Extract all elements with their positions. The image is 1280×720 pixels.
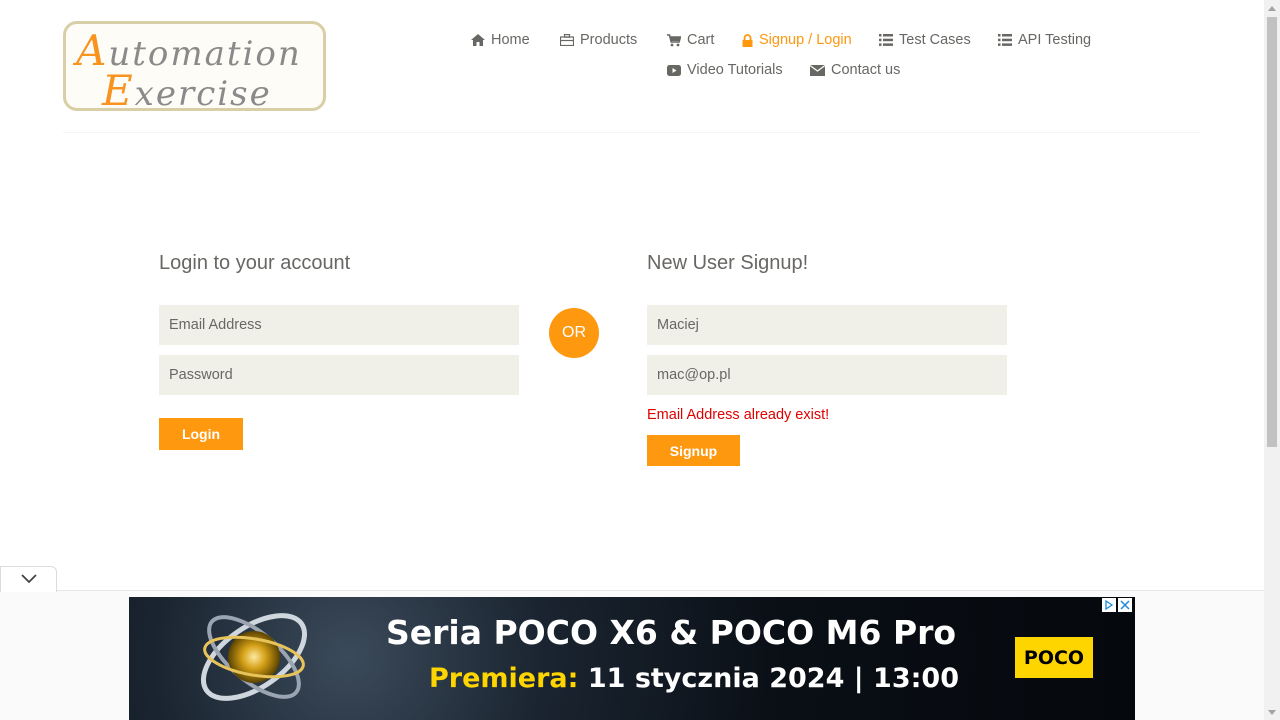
chevron-down-icon bbox=[20, 571, 37, 589]
header-divider bbox=[63, 132, 1200, 133]
nav-test-cases-label: Test Cases bbox=[899, 32, 971, 48]
ad-headline: Seria POCO X6 & POCO M6 Pro bbox=[386, 613, 957, 652]
ad-close-icon[interactable] bbox=[1118, 598, 1132, 612]
youtube-play-icon bbox=[667, 64, 681, 76]
nav-cart-label: Cart bbox=[687, 32, 715, 48]
scroll-up-arrow-icon[interactable] bbox=[1264, 0, 1280, 16]
nav-products-label: Products bbox=[580, 32, 638, 48]
ad-banner[interactable]: Seria POCO X6 & POCO M6 Pro Premiera: 11… bbox=[129, 597, 1135, 720]
logo-word-rest: xercise bbox=[134, 74, 272, 111]
scroll-down-arrow-icon[interactable] bbox=[1264, 704, 1280, 720]
nav-signup-login[interactable]: Signup / Login bbox=[742, 32, 852, 48]
signup-error-message: Email Address already exist! bbox=[647, 407, 830, 423]
list-icon bbox=[998, 34, 1012, 46]
login-password-input[interactable] bbox=[159, 355, 519, 395]
home-icon bbox=[471, 34, 485, 46]
logo-letter-e: E bbox=[102, 66, 135, 111]
signup-email-input[interactable] bbox=[647, 355, 1007, 395]
ad-collapse-toggle[interactable] bbox=[0, 566, 57, 592]
cart-icon bbox=[667, 33, 681, 47]
nav-home-label: Home bbox=[491, 32, 530, 48]
nav-signup-login-label: Signup / Login bbox=[759, 32, 852, 48]
nav-api-testing-label: API Testing bbox=[1018, 32, 1092, 48]
page-scrollbar[interactable] bbox=[1264, 0, 1280, 720]
lock-icon bbox=[742, 33, 753, 47]
ad-subline-highlight: Premiera: bbox=[429, 663, 579, 694]
nav-test-cases[interactable]: Test Cases bbox=[879, 32, 971, 48]
ad-brand-logo: POCO bbox=[1015, 637, 1093, 678]
scrollbar-thumb[interactable] bbox=[1267, 17, 1277, 447]
nav-contact-us-label: Contact us bbox=[831, 62, 901, 78]
login-email-input[interactable] bbox=[159, 305, 519, 345]
login-title: Login to your account bbox=[159, 252, 351, 274]
ad-subline-date: 11 stycznia 2024 | 13:00 bbox=[587, 663, 959, 694]
signup-name-input[interactable] bbox=[647, 305, 1007, 345]
envelope-icon bbox=[810, 64, 825, 76]
adchoices-icon[interactable] bbox=[1102, 598, 1116, 612]
nav-home[interactable]: Home bbox=[471, 32, 530, 48]
nav-contact-us[interactable]: Contact us bbox=[810, 62, 900, 78]
nav-products[interactable]: Products bbox=[560, 32, 637, 48]
ad-orb-graphic bbox=[189, 599, 319, 717]
list-icon bbox=[879, 34, 893, 46]
or-divider-badge: OR bbox=[549, 308, 599, 358]
site-logo[interactable]: Automation Exercise bbox=[63, 21, 326, 111]
ad-subline: Premiera: 11 stycznia 2024 | 13:00 bbox=[429, 663, 959, 694]
signup-title: New User Signup! bbox=[647, 252, 809, 274]
logo-word-exercise: Exercise bbox=[102, 66, 272, 111]
nav-video-tutorials[interactable]: Video Tutorials bbox=[667, 62, 783, 78]
briefcase-icon bbox=[560, 34, 574, 46]
login-button[interactable]: Login bbox=[159, 418, 243, 450]
nav-video-tutorials-label: Video Tutorials bbox=[687, 62, 783, 78]
signup-button[interactable]: Signup bbox=[647, 435, 740, 466]
nav-api-testing[interactable]: API Testing bbox=[998, 32, 1091, 48]
nav-cart[interactable]: Cart bbox=[667, 32, 714, 48]
